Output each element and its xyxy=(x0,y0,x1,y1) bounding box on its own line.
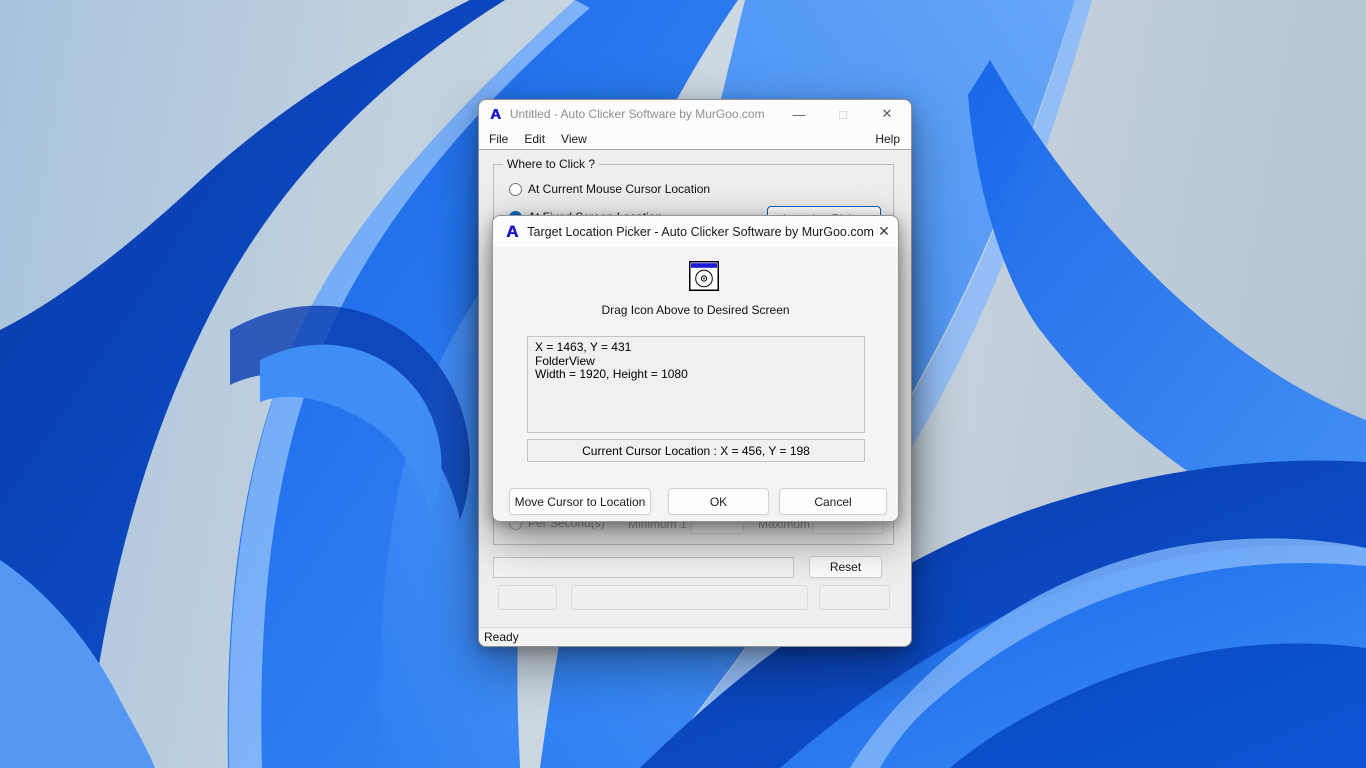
disabled-button-right[interactable] xyxy=(819,585,890,610)
close-icon[interactable]: ✕ xyxy=(865,100,909,128)
ok-button[interactable]: OK xyxy=(668,488,769,515)
main-window-title: Untitled - Auto Clicker Software by MurG… xyxy=(509,107,765,121)
maximize-icon[interactable]: □ xyxy=(821,100,865,128)
menu-file[interactable]: File xyxy=(481,132,516,146)
current-cursor-location-bar: Current Cursor Location : X = 456, Y = 1… xyxy=(527,439,865,462)
target-location-picker-dialog: A Target Location Picker - Auto Clicker … xyxy=(492,215,899,522)
radio-current-location-label: At Current Mouse Cursor Location xyxy=(528,182,711,196)
menu-edit[interactable]: Edit xyxy=(516,132,553,146)
picked-location-info: X = 1463, Y = 431 FolderView Width = 192… xyxy=(527,336,865,433)
reset-button[interactable]: Reset xyxy=(809,556,882,578)
status-bar: Ready xyxy=(479,627,911,646)
script-text-input[interactable] xyxy=(493,557,794,578)
dialog-title-text: Target Location Picker - Auto Clicker So… xyxy=(527,224,874,239)
caption-buttons: — □ ✕ xyxy=(777,100,909,128)
radio-current-location[interactable] xyxy=(509,182,522,196)
drag-target-icon[interactable] xyxy=(689,261,719,291)
main-titlebar[interactable]: A Untitled - Auto Clicker Software by Mu… xyxy=(479,100,911,128)
radio-row-current-location: At Current Mouse Cursor Location xyxy=(509,182,710,196)
dialog-app-icon: A xyxy=(506,222,519,241)
menu-help[interactable]: Help xyxy=(871,132,904,146)
drag-hint-text: Drag Icon Above to Desired Screen xyxy=(601,303,790,317)
menubar: File Edit View Help xyxy=(479,128,911,150)
desktop: A Untitled - Auto Clicker Software by Mu… xyxy=(0,0,1366,768)
cancel-button[interactable]: Cancel xyxy=(779,488,887,515)
move-cursor-button[interactable]: Move Cursor to Location xyxy=(509,488,651,515)
minimize-icon[interactable]: — xyxy=(777,100,821,128)
dialog-titlebar[interactable]: A Target Location Picker - Auto Clicker … xyxy=(493,216,898,247)
app-icon: A xyxy=(490,105,501,123)
picked-screen-size: Width = 1920, Height = 1080 xyxy=(535,367,688,381)
status-text: Ready xyxy=(484,630,519,644)
picked-coordinates: X = 1463, Y = 431 xyxy=(535,340,632,354)
disabled-button-middle[interactable] xyxy=(571,585,808,610)
picked-window-name: FolderView xyxy=(535,353,595,368)
menu-view[interactable]: View xyxy=(553,132,595,146)
where-to-click-label: Where to Click ? xyxy=(503,157,600,171)
dialog-close-icon[interactable]: ✕ xyxy=(874,216,894,247)
disabled-button-left[interactable] xyxy=(498,585,557,610)
current-cursor-location-text: Current Cursor Location : X = 456, Y = 1… xyxy=(582,443,810,458)
